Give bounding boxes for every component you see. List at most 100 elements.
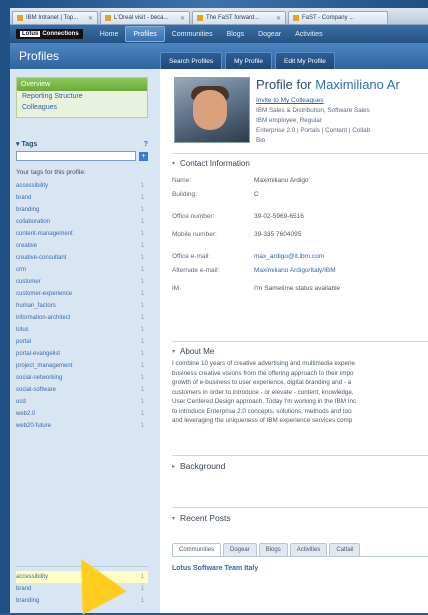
tab-my-profile[interactable]: My Profile: [225, 52, 272, 69]
tag-item[interactable]: content-management 1: [16, 228, 148, 240]
tag-item[interactable]: social-software 1: [16, 384, 148, 396]
tag-list: accessibility 1 brand 1 branding 1 collabor…: [16, 180, 148, 432]
tag-item[interactable]: customer 1: [16, 276, 148, 288]
tab-dogear[interactable]: Dogear: [223, 543, 257, 557]
lotus-connections-logo[interactable]: Lotus Connections: [16, 29, 83, 39]
sidebar-item-overview[interactable]: Overview: [17, 78, 147, 91]
profile-expertise: Enterprise 2.0 | Portals | Content | Col…: [256, 127, 371, 134]
tag-label: customer-experience: [16, 291, 73, 297]
about-line: business creative visions from the offer…: [172, 369, 354, 377]
tag-item[interactable]: web20-future 1: [16, 420, 148, 432]
tab-edit-my-profile[interactable]: Edit My Profile: [274, 52, 335, 69]
help-icon[interactable]: ?: [144, 141, 148, 148]
contact-value: 39-335 7604095: [254, 230, 302, 238]
browser-window: IBM Intranet | Top... ✕ L'Oreal visit - b…: [10, 8, 428, 613]
contact-section-header[interactable]: ▾ Contact Information: [172, 153, 428, 168]
tag-item[interactable]: creative-consultant 1: [16, 252, 148, 264]
browser-tab[interactable]: L'Oreal visit - beca... ✕: [100, 11, 190, 24]
tag-count: 1: [140, 339, 144, 345]
tag-item[interactable]: project_management 1: [16, 360, 148, 372]
contact-label: Mobile number:: [172, 230, 217, 238]
tag-item[interactable]: creative 1: [16, 240, 148, 252]
contact-row: Office e-mail: max_ardigo@it.ibm.com: [172, 249, 428, 263]
close-icon[interactable]: ✕: [178, 15, 185, 22]
tag-count: 1: [140, 255, 144, 261]
tab-label: FaST - Company ...: [302, 15, 355, 21]
about-section-header[interactable]: ▾ About Me: [172, 341, 428, 356]
tag-item[interactable]: social-networking 1: [16, 372, 148, 384]
tag-item[interactable]: information-architect 1: [16, 312, 148, 324]
email-link[interactable]: max_ardigo@it.ibm.com: [254, 253, 324, 260]
tag-item[interactable]: customer-experience 1: [16, 288, 148, 300]
expand-triangle-icon[interactable]: ▾: [172, 348, 175, 355]
recent-posts-header[interactable]: ▾ Recent Posts: [172, 507, 428, 523]
tag-count: 1: [140, 279, 144, 285]
tag-item[interactable]: accessibility 1: [16, 180, 148, 192]
im-status[interactable]: I'm Sametime status available: [254, 285, 340, 292]
tab-search-profiles[interactable]: Search Profiles: [160, 52, 223, 69]
recent-post-link[interactable]: Lotus Software Team Italy: [172, 565, 258, 572]
nav-profiles[interactable]: Profiles: [125, 26, 165, 42]
tag-count: 1: [140, 387, 144, 393]
tab-activities[interactable]: Activities: [289, 543, 328, 557]
tag-item[interactable]: human_factors 1: [16, 300, 148, 312]
tag-count: 1: [140, 243, 144, 249]
tag-label: lotus: [16, 327, 29, 333]
expand-triangle-icon[interactable]: ▾: [172, 515, 175, 522]
sidebar-item-reporting-structure[interactable]: Reporting Structure: [17, 91, 147, 102]
tag-item[interactable]: portal-evangelist 1: [16, 348, 148, 360]
browser-tab[interactable]: FaST - Company ...: [288, 11, 388, 24]
expand-triangle-icon[interactable]: ▸: [172, 463, 175, 470]
tag-label: web20-future: [16, 423, 52, 429]
tab-blogs[interactable]: Blogs: [258, 543, 288, 557]
tag-item[interactable]: crm 1: [16, 264, 148, 276]
desktop-frame: IBM Intranet | Top... ✕ L'Oreal visit - b…: [0, 0, 428, 615]
nav-dogear[interactable]: Dogear: [251, 25, 288, 43]
favicon-icon: [105, 15, 111, 21]
nav-home[interactable]: Home: [93, 25, 126, 43]
tag-count: 1: [140, 315, 144, 321]
nav-communities[interactable]: Communities: [165, 25, 220, 43]
tag-label: crm: [16, 267, 26, 273]
tag-label: creative: [16, 243, 38, 249]
invite-colleague-link[interactable]: Invite to My Colleagues: [256, 97, 428, 104]
tag-input[interactable]: [16, 151, 136, 161]
close-icon[interactable]: ✕: [86, 15, 93, 22]
tag-count: 1: [140, 327, 144, 333]
tab-cattail[interactable]: Cattail: [329, 543, 361, 557]
tag-count: 1: [140, 411, 144, 417]
tag-item[interactable]: branding 1: [16, 204, 148, 216]
tag-count: 1: [140, 291, 144, 297]
tag-label: project_management: [16, 363, 73, 369]
tag-count: 1: [140, 399, 144, 405]
tag-item[interactable]: portal 1: [16, 336, 148, 348]
tag-label: customer: [16, 279, 41, 285]
tag-item[interactable]: ucd 1: [16, 396, 148, 408]
add-tag-button[interactable]: +: [139, 151, 148, 161]
tag-label: human_factors: [16, 303, 56, 309]
nav-activities[interactable]: Activities: [288, 25, 330, 43]
profile-content: Profile for Maximiliano Ar Invite to My …: [160, 69, 428, 613]
tag-item[interactable]: web2.0 1: [16, 408, 148, 420]
alt-email-link[interactable]: Maximiliano Ardigo/Italy/IBM: [254, 267, 336, 274]
tag-label: information-architect: [16, 315, 71, 321]
recent-posts-tabs: Communities Dogear Blogs Activities Catt…: [172, 543, 362, 557]
contact-label: Building:: [172, 190, 197, 198]
close-icon[interactable]: ✕: [274, 15, 281, 22]
tag-label: ucd: [16, 399, 26, 405]
nav-blogs[interactable]: Blogs: [220, 25, 252, 43]
browser-tab[interactable]: IBM Intranet | Top... ✕: [12, 11, 98, 24]
tab-communities[interactable]: Communities: [172, 543, 222, 557]
contact-row: Office number: 39-02-5969-6516: [172, 209, 428, 223]
browser-tab[interactable]: The FaST forward... ✕: [192, 11, 286, 24]
tag-count: 1: [140, 423, 144, 429]
tag-item[interactable]: lotus 1: [16, 324, 148, 336]
expand-triangle-icon[interactable]: ▾: [172, 160, 175, 167]
contact-label: Name:: [172, 176, 192, 184]
sidebar-item-colleagues[interactable]: Colleagues: [17, 102, 147, 113]
tag-count: 1: [140, 183, 144, 189]
background-section-header[interactable]: ▸ Background: [172, 455, 428, 471]
divider: [172, 556, 428, 557]
tag-item[interactable]: brand 1: [16, 192, 148, 204]
tag-item[interactable]: collaboration 1: [16, 216, 148, 228]
